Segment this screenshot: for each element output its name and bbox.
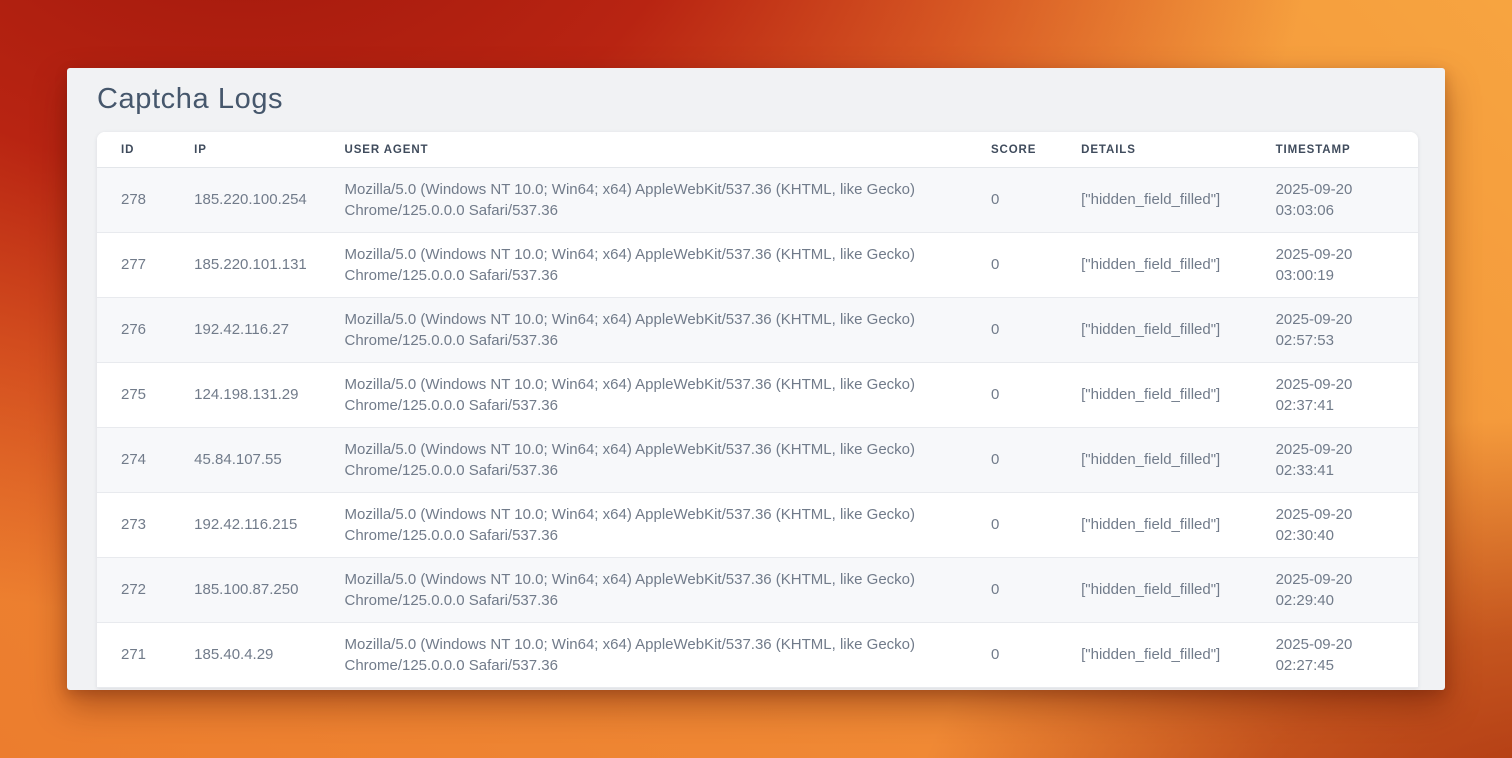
cell-ip: 185.220.100.254 xyxy=(170,168,320,233)
table-row: 278 185.220.100.254 Mozilla/5.0 (Windows… xyxy=(97,168,1418,233)
cell-details: ["hidden_field_filled"] xyxy=(1057,493,1251,558)
column-header-score: SCORE xyxy=(967,132,1057,168)
cell-details: ["hidden_field_filled"] xyxy=(1057,168,1251,233)
table-row: 273 192.42.116.215 Mozilla/5.0 (Windows … xyxy=(97,493,1418,558)
captcha-logs-card: Captcha Logs ID IP USER AGENT SCORE xyxy=(67,68,1445,690)
desktop-background: Captcha Logs ID IP USER AGENT SCORE xyxy=(0,0,1512,758)
cell-details: ["hidden_field_filled"] xyxy=(1057,298,1251,363)
cell-user-agent: Mozilla/5.0 (Windows NT 10.0; Win64; x64… xyxy=(320,298,966,363)
cell-timestamp: 2025-09-20 02:57:53 xyxy=(1252,298,1418,363)
cell-id: 275 xyxy=(97,363,170,428)
column-header-details: DETAILS xyxy=(1057,132,1251,168)
cell-score: 0 xyxy=(967,298,1057,363)
cell-user-agent: Mozilla/5.0 (Windows NT 10.0; Win64; x64… xyxy=(320,168,966,233)
cell-id: 278 xyxy=(97,168,170,233)
column-header-user-agent: USER AGENT xyxy=(320,132,966,168)
cell-user-agent: Mozilla/5.0 (Windows NT 10.0; Win64; x64… xyxy=(320,558,966,623)
cell-user-agent: Mozilla/5.0 (Windows NT 10.0; Win64; x64… xyxy=(320,363,966,428)
cell-details: ["hidden_field_filled"] xyxy=(1057,558,1251,623)
cell-score: 0 xyxy=(967,363,1057,428)
column-header-ip: IP xyxy=(170,132,320,168)
table-row: 276 192.42.116.27 Mozilla/5.0 (Windows N… xyxy=(97,298,1418,363)
header-row: ID IP USER AGENT SCORE DETAILS TIMESTAMP xyxy=(97,132,1418,168)
table-row: 271 185.40.4.29 Mozilla/5.0 (Windows NT … xyxy=(97,623,1418,688)
logs-table-container: ID IP USER AGENT SCORE DETAILS TIMESTAMP… xyxy=(97,132,1418,688)
cell-user-agent: Mozilla/5.0 (Windows NT 10.0; Win64; x64… xyxy=(320,623,966,688)
cell-id: 274 xyxy=(97,428,170,493)
page-title: Captcha Logs xyxy=(67,68,1445,132)
cell-timestamp: 2025-09-20 02:33:41 xyxy=(1252,428,1418,493)
table-body: 278 185.220.100.254 Mozilla/5.0 (Windows… xyxy=(97,168,1418,688)
column-header-id: ID xyxy=(97,132,170,168)
cell-score: 0 xyxy=(967,233,1057,298)
column-header-timestamp: TIMESTAMP xyxy=(1252,132,1418,168)
cell-score: 0 xyxy=(967,168,1057,233)
cell-timestamp: 2025-09-20 02:30:40 xyxy=(1252,493,1418,558)
table-row: 277 185.220.101.131 Mozilla/5.0 (Windows… xyxy=(97,233,1418,298)
cell-score: 0 xyxy=(967,558,1057,623)
cell-ip: 185.220.101.131 xyxy=(170,233,320,298)
cell-ip: 45.84.107.55 xyxy=(170,428,320,493)
cell-details: ["hidden_field_filled"] xyxy=(1057,233,1251,298)
cell-ip: 192.42.116.215 xyxy=(170,493,320,558)
cell-timestamp: 2025-09-20 02:27:45 xyxy=(1252,623,1418,688)
cell-id: 272 xyxy=(97,558,170,623)
cell-id: 276 xyxy=(97,298,170,363)
cell-user-agent: Mozilla/5.0 (Windows NT 10.0; Win64; x64… xyxy=(320,493,966,558)
cell-id: 273 xyxy=(97,493,170,558)
cell-user-agent: Mozilla/5.0 (Windows NT 10.0; Win64; x64… xyxy=(320,428,966,493)
cell-score: 0 xyxy=(967,493,1057,558)
cell-timestamp: 2025-09-20 03:03:06 xyxy=(1252,168,1418,233)
cell-user-agent: Mozilla/5.0 (Windows NT 10.0; Win64; x64… xyxy=(320,233,966,298)
cell-details: ["hidden_field_filled"] xyxy=(1057,428,1251,493)
table-row: 275 124.198.131.29 Mozilla/5.0 (Windows … xyxy=(97,363,1418,428)
cell-details: ["hidden_field_filled"] xyxy=(1057,363,1251,428)
cell-timestamp: 2025-09-20 02:29:40 xyxy=(1252,558,1418,623)
cell-timestamp: 2025-09-20 02:37:41 xyxy=(1252,363,1418,428)
table-row: 272 185.100.87.250 Mozilla/5.0 (Windows … xyxy=(97,558,1418,623)
cell-id: 277 xyxy=(97,233,170,298)
cell-id: 271 xyxy=(97,623,170,688)
cell-timestamp: 2025-09-20 03:00:19 xyxy=(1252,233,1418,298)
cell-ip: 185.100.87.250 xyxy=(170,558,320,623)
captcha-logs-table: ID IP USER AGENT SCORE DETAILS TIMESTAMP… xyxy=(97,132,1418,688)
cell-score: 0 xyxy=(967,428,1057,493)
cell-details: ["hidden_field_filled"] xyxy=(1057,623,1251,688)
cell-score: 0 xyxy=(967,623,1057,688)
cell-ip: 185.40.4.29 xyxy=(170,623,320,688)
cell-ip: 192.42.116.27 xyxy=(170,298,320,363)
table-row: 274 45.84.107.55 Mozilla/5.0 (Windows NT… xyxy=(97,428,1418,493)
cell-ip: 124.198.131.29 xyxy=(170,363,320,428)
table-header: ID IP USER AGENT SCORE DETAILS TIMESTAMP xyxy=(97,132,1418,168)
